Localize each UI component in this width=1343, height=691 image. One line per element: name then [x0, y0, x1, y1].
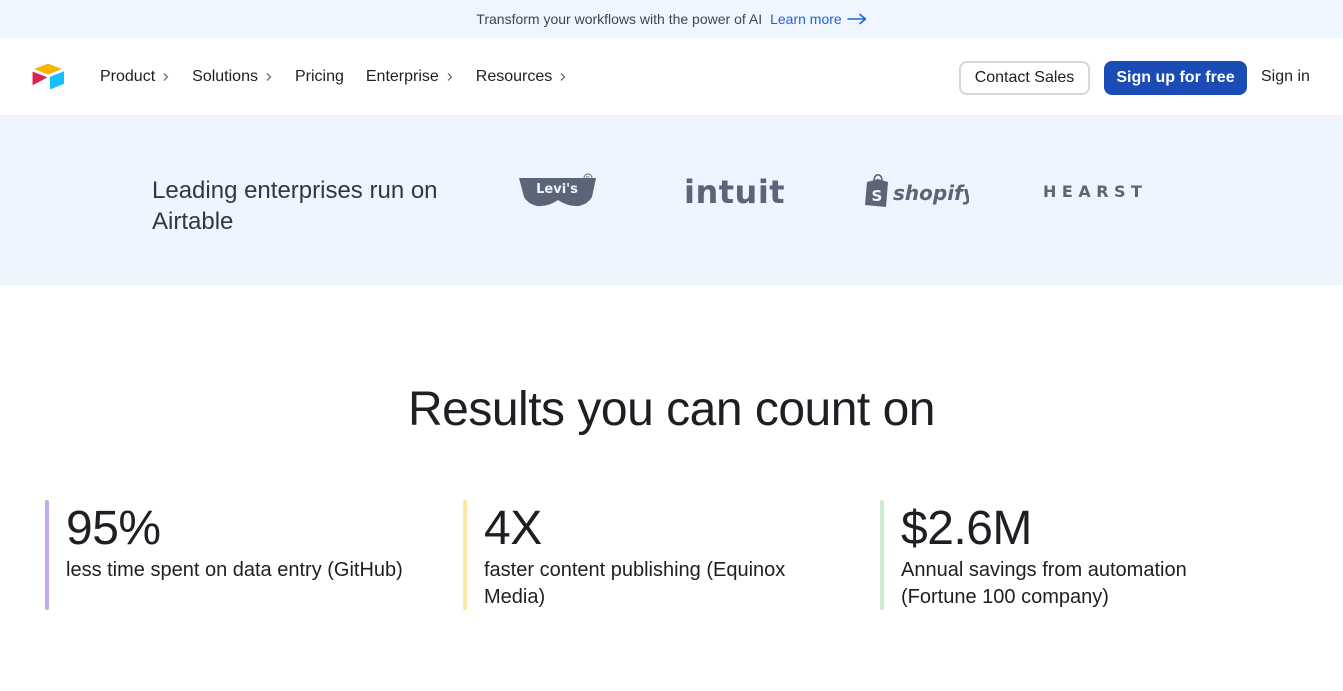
stat-card: 95% less time spent on data entry (GitHu… [45, 500, 445, 610]
brand-levis-text: Levi's [536, 182, 578, 197]
stat-value: $2.6M [901, 502, 1032, 555]
nav-product-label: Product [100, 67, 156, 85]
stat-accent-bar [45, 500, 49, 610]
levis-logo: Levi's R [518, 173, 598, 209]
sign-up-button[interactable]: Sign up for free [1104, 61, 1247, 95]
nav-solutions[interactable]: Solutions [192, 68, 273, 86]
nav-resources[interactable]: Resources [476, 68, 567, 86]
shopify-logo: S shopify [864, 173, 969, 209]
results-heading: Results you can count on [408, 383, 936, 436]
stat-card: $2.6M Annual savings from automation (Fo… [880, 500, 1300, 610]
customer-logos-band: Leading enterprises run on Airtable Levi… [0, 115, 1343, 285]
intuit-logo: intuit [684, 173, 789, 209]
stat-description: faster content publishing (Equinox Media… [484, 559, 786, 608]
learn-more-label: Learn more [770, 11, 842, 27]
chevron-right-icon [447, 72, 453, 81]
airtable-logo-icon[interactable] [30, 62, 66, 92]
site-header: Product Solutions Pricing Enterprise Res… [0, 38, 1343, 115]
chevron-right-icon [560, 72, 566, 81]
nav-resources-label: Resources [475, 67, 553, 85]
learn-more-link[interactable]: Learn more [770, 11, 867, 27]
chevron-right-icon [266, 72, 272, 81]
chevron-right-icon [163, 72, 169, 81]
arrow-right-icon [846, 13, 867, 25]
sign-in-link[interactable]: Sign in [1261, 68, 1310, 86]
brand-hearst-text: HEARST [1043, 182, 1147, 201]
hearst-logo: HEARST [1043, 179, 1149, 203]
stat-accent-bar [880, 500, 884, 610]
nav-product[interactable]: Product [100, 68, 170, 86]
svg-text:R: R [586, 176, 590, 183]
stat-description: less time spent on data entry (GitHub) [66, 559, 403, 581]
band-heading: Leading enterprises run on Airtable [152, 177, 438, 235]
brand-intuit-text: intuit [684, 173, 785, 209]
nav-enterprise[interactable]: Enterprise [366, 68, 454, 86]
stat-accent-bar [463, 500, 467, 610]
svg-text:S: S [872, 187, 883, 205]
stat-value: 4X [484, 502, 542, 555]
brand-shopify-text: shopify [893, 181, 969, 205]
stat-description: Annual savings from automation (Fortune … [901, 559, 1187, 608]
stat-card: 4X faster content publishing (Equinox Me… [463, 500, 863, 610]
announcement-text: Transform your workflows with the power … [476, 11, 763, 27]
main-nav: Product Solutions Pricing Enterprise Res… [100, 38, 589, 115]
nav-enterprise-label: Enterprise [365, 67, 439, 85]
nav-pricing-label: Pricing [294, 67, 344, 85]
announcement-bar: Transform your workflows with the power … [0, 0, 1343, 38]
nav-pricing[interactable]: Pricing [295, 68, 344, 86]
stat-value: 95% [66, 502, 161, 555]
contact-sales-button[interactable]: Contact Sales [959, 61, 1090, 95]
nav-solutions-label: Solutions [192, 67, 258, 85]
